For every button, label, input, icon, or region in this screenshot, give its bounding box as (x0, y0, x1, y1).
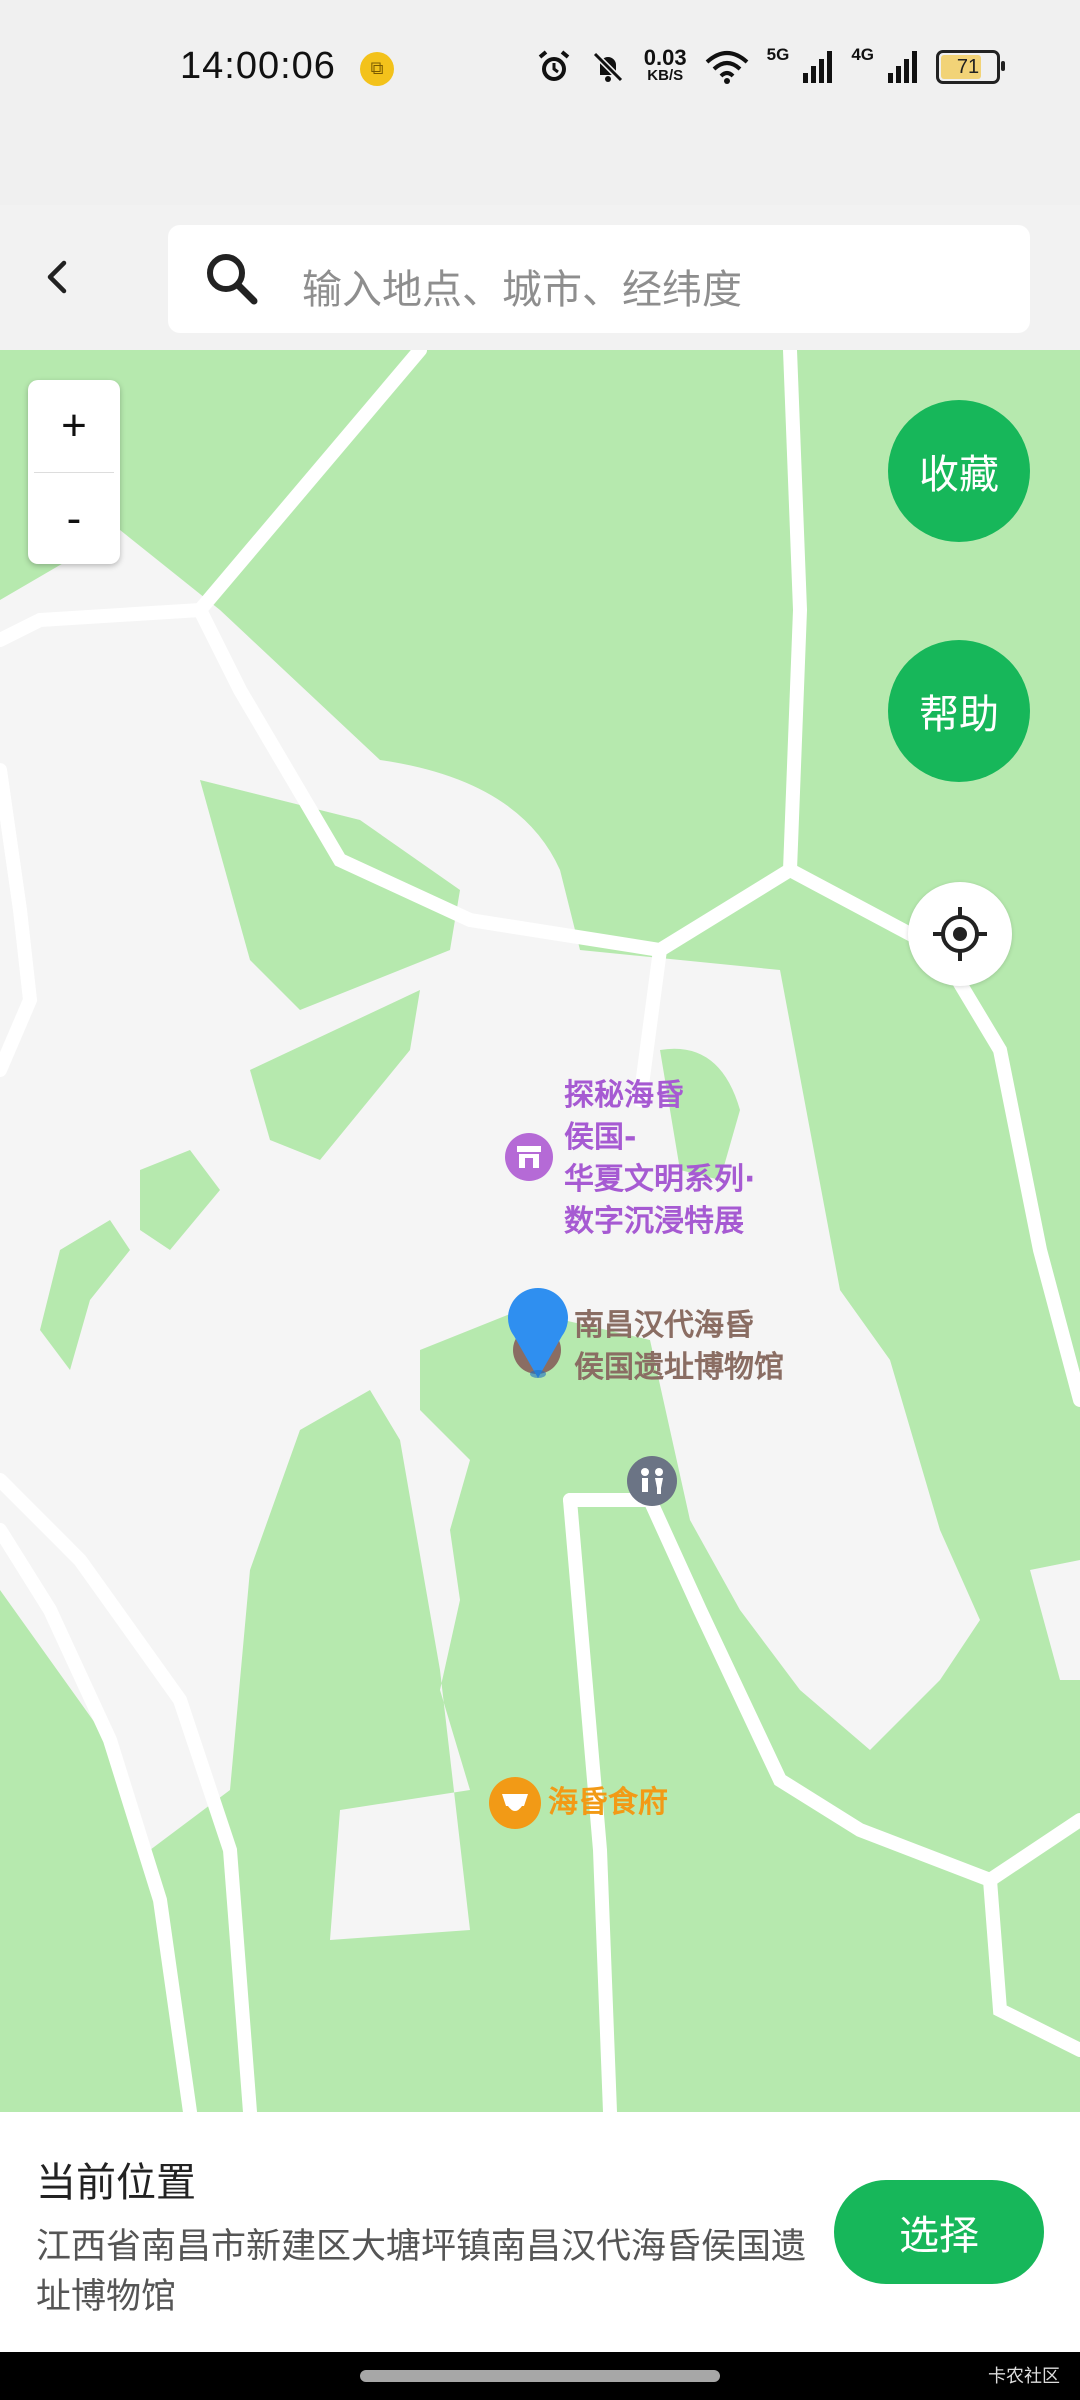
net-speed-unit: KB/S (647, 67, 684, 84)
restroom-icon[interactable] (626, 1455, 678, 1507)
net-label-5g: 5G (766, 45, 790, 64)
current-location-panel: 当前位置 江西省南昌市新建区大塘坪镇南昌汉代海昏侯国遗址博物馆 选择 (0, 2112, 1080, 2352)
search-input[interactable]: 输入地点、城市、经纬度 (168, 225, 1030, 333)
restaurant-poi-label: 海昏食府 (548, 1785, 668, 1820)
location-pin-icon[interactable] (506, 1288, 570, 1380)
museum-poi-label: 南昌汉代海昏 侯国遗址博物馆 (574, 1308, 784, 1385)
locate-button[interactable] (908, 882, 1012, 986)
mute-bell-icon (590, 49, 626, 85)
search-header: 输入地点、城市、经纬度 (0, 205, 1080, 350)
current-location-title: 当前位置 (36, 2160, 196, 2206)
notification-app-icon: ⧉ (360, 52, 394, 86)
search-icon (204, 251, 260, 311)
zoom-control: + - (28, 380, 120, 564)
signal-4g-icon (888, 51, 918, 83)
crosshair-icon (933, 907, 987, 961)
select-button[interactable]: 选择 (834, 2180, 1044, 2284)
status-bar: 14:00:06 ⧉ 0.03 KB/S 5G 4G 71 (0, 0, 1080, 206)
exhibition-poi-label: 探秘海昏 侯国- 华夏文明系列· 数字沉浸特展 (564, 1078, 756, 1239)
map-base-layer (0, 350, 1080, 2112)
signal-5g-icon (803, 51, 833, 83)
favorite-button[interactable]: 收藏 (888, 400, 1030, 542)
exhibition-poi-icon[interactable] (504, 1132, 554, 1182)
map-view[interactable]: + - 收藏 帮助 探秘海昏 侯国- 华夏文明系列· 数字沉浸特展 南昌汉代海昏… (0, 350, 1080, 2112)
alarm-icon (536, 49, 572, 85)
battery-level: 71 (956, 56, 980, 78)
net-label-4g: 4G (851, 45, 874, 64)
status-time: 14:00:06 (180, 45, 336, 87)
back-button[interactable] (38, 257, 78, 297)
net-speed: 0.03 KB/S (643, 45, 687, 85)
navigation-bar: 卡农社区 (0, 2352, 1080, 2400)
current-location-address: 江西省南昌市新建区大塘坪镇南昌汉代海昏侯国遗址博物馆 (36, 2227, 807, 2317)
search-placeholder: 输入地点、城市、经纬度 (302, 267, 742, 313)
battery-icon: 71 (936, 50, 1005, 84)
home-indicator[interactable] (360, 2370, 720, 2382)
watermark-text: 卡农社区 (988, 2366, 1060, 2387)
zoom-in-button[interactable]: + (28, 380, 120, 472)
help-button[interactable]: 帮助 (888, 640, 1030, 782)
status-icons: 0.03 KB/S 5G 4G 71 (536, 45, 1005, 89)
chevron-left-icon (47, 260, 67, 294)
zoom-out-button[interactable]: - (28, 473, 120, 565)
restaurant-poi-icon[interactable] (488, 1776, 542, 1830)
net-speed-value: 0.03 (643, 45, 687, 70)
wifi-icon (705, 50, 749, 84)
